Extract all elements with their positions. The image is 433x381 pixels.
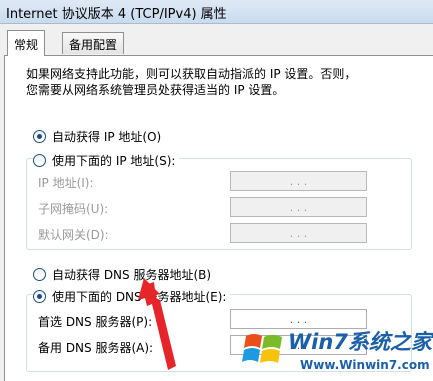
ip-address-field[interactable]: . . . [230,171,367,191]
ip-address-value: . . . [289,174,308,188]
tab-general-label: 常规 [14,38,39,52]
watermark-url: Www.Winwin7.com [300,358,430,372]
auto-ip-option[interactable]: 自动获得 IP 地址(O) [33,128,161,145]
default-gateway-field[interactable]: . . . [230,223,367,243]
annotation-arrow-icon [138,278,176,370]
subnet-mask-field[interactable]: . . . [230,197,367,217]
tab-alternate-config-label: 备用配置 [69,38,118,52]
description-text: 如果网络支持此功能，则可以获取自动指派的 IP 设置。否则， 您需要从网络系统管… [26,67,357,97]
default-gateway-value: . . . [289,226,308,240]
default-gateway-label: 默认网关(D): [38,228,109,242]
manual-ip-label: 使用下面的 IP 地址(S): [52,154,176,168]
title-bar[interactable]: Internet 协议版本 4 (TCP/IPv4) 属性 [0,0,433,24]
subnet-mask-label: 子网掩码(U): [38,202,109,216]
watermark-title: Win7系统之家 [288,330,432,354]
manual-ip-option[interactable]: 使用下面的 IP 地址(S): [33,152,180,169]
windows-logo-icon [242,334,282,363]
ip-address-label: IP 地址(I): [38,176,94,190]
tab-alternate-config[interactable]: 备用配置 [62,32,125,54]
watermark: Win7系统之家 Www.Winwin7.com [240,322,433,381]
subnet-mask-value: . . . [289,200,308,214]
manual-dns-radio[interactable] [33,290,46,303]
auto-ip-label: 自动获得 IP 地址(O) [52,130,162,144]
window-title: Internet 协议版本 4 (TCP/IPv4) 属性 [6,7,227,22]
manual-ip-radio[interactable] [33,154,46,167]
tab-general[interactable]: 常规 [7,30,46,56]
auto-dns-radio[interactable] [33,268,46,281]
auto-ip-radio[interactable] [33,130,46,143]
